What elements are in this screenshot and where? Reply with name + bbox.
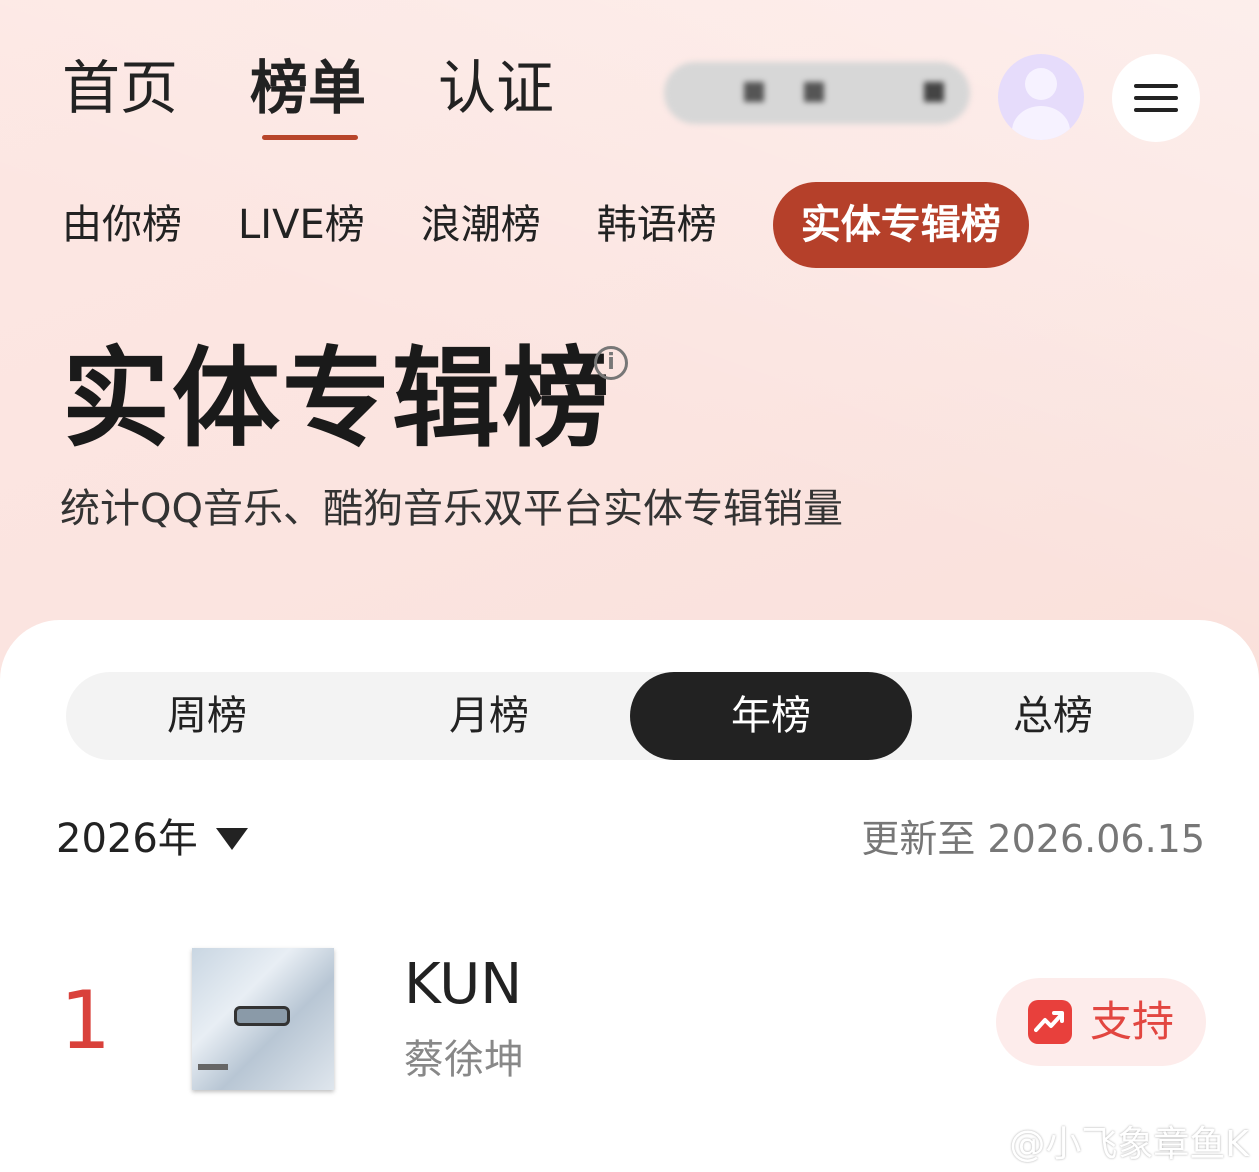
triangle-down-icon [215, 828, 248, 850]
blurred-user-info[interactable] [664, 62, 970, 124]
avatar[interactable] [998, 54, 1084, 140]
menu-icon-line [1134, 108, 1178, 112]
album-title[interactable]: KUN [404, 952, 522, 1018]
tab-certification[interactable]: 认证 [438, 52, 554, 124]
year-dropdown[interactable]: 2026年 [56, 812, 248, 866]
top-nav: 首页 榜单 认证 [62, 52, 554, 140]
trend-up-icon [1027, 1000, 1072, 1044]
menu-icon-line [1134, 96, 1178, 100]
watermark: @小飞象章鱼K [1009, 1124, 1249, 1165]
updated-date: 更新至 2026.06.15 [861, 817, 1205, 861]
rank-number: 1 [60, 974, 111, 1067]
tab-home[interactable]: 首页 [62, 52, 178, 124]
chip-youni-chart[interactable]: 由你榜 [62, 182, 182, 268]
chip-physical-album-chart[interactable]: 实体专辑榜 [772, 182, 1029, 268]
tab-all-time[interactable]: 总榜 [912, 672, 1194, 760]
year-value: 2026年 [56, 816, 198, 862]
tab-yearly[interactable]: 年榜 [630, 672, 912, 760]
chart-category-nav: 由你榜 LIVE榜 浪潮榜 韩语榜 实体专辑榜 [62, 182, 1029, 268]
avatar-head-icon [1025, 68, 1057, 100]
tab-weekly[interactable]: 周榜 [66, 672, 348, 760]
album-artist[interactable]: 蔡徐坤 [404, 1034, 524, 1086]
tab-charts[interactable]: 榜单 [250, 52, 366, 140]
page-title: 实体专辑榜 [62, 337, 613, 462]
page-subtitle: 统计QQ音乐、酷狗音乐双平台实体专辑销量 [60, 486, 843, 532]
avatar-body-icon [1012, 106, 1070, 140]
support-button[interactable]: 支持 [996, 978, 1206, 1066]
album-cover[interactable] [192, 948, 334, 1090]
album-logo-icon [234, 1006, 290, 1026]
menu-icon [1134, 84, 1178, 88]
album-tag-icon [198, 1064, 228, 1070]
chip-korean-chart[interactable]: 韩语榜 [597, 182, 717, 268]
chip-live-chart[interactable]: LIVE榜 [238, 182, 365, 268]
info-icon[interactable]: i [594, 346, 628, 380]
menu-button[interactable] [1112, 54, 1200, 142]
support-label: 支持 [1089, 997, 1174, 1046]
chip-wave-chart[interactable]: 浪潮榜 [421, 182, 541, 268]
period-selector: 周榜 月榜 年榜 总榜 [66, 672, 1194, 760]
tab-monthly[interactable]: 月榜 [348, 672, 630, 760]
